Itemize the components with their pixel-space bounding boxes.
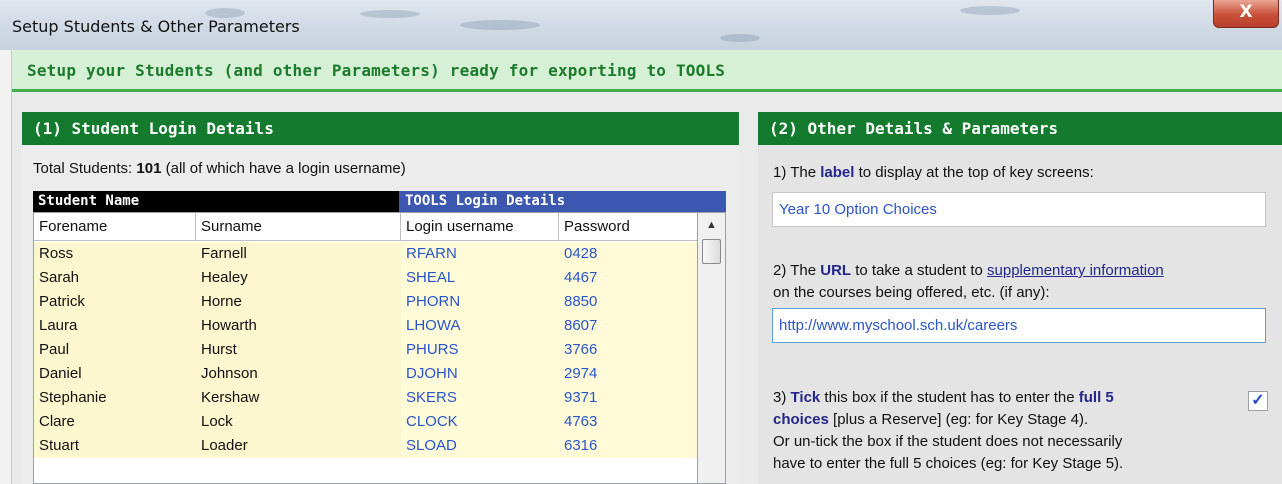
choices-question-line4: have to enter the full 5 choices (eg: fo… [773,455,1124,472]
cell-surname[interactable]: Horne [196,290,401,314]
cell-forename[interactable]: Daniel [34,362,196,386]
total-students-suffix: (all of which have a login username) [161,160,406,177]
other-parameters-panel: (2) Other Details & Parameters 1) The la… [758,112,1282,484]
column-header-surname[interactable]: Surname [196,213,401,241]
cell-surname[interactable]: Johnson [196,362,401,386]
column-header-login-username[interactable]: Login username [401,213,559,241]
cell-login-username[interactable]: PHURS [401,338,559,362]
cell-login-username[interactable]: RFARN [401,242,559,266]
choices-question-line3: Or un-tick the box if the student does n… [773,433,1123,450]
cell-login-username[interactable]: DJOHN [401,362,559,386]
cell-forename[interactable]: Sarah [34,266,196,290]
cell-password[interactable]: 8607 [559,314,697,338]
supplementary-information-link[interactable]: supplementary information [987,262,1164,279]
cell-forename[interactable]: Paul [34,338,196,362]
checkmark-icon: ✓ [1251,392,1265,409]
table-row[interactable]: Sarah Healey SHEAL 4467 [34,266,697,290]
cell-password[interactable]: 8850 [559,290,697,314]
header-text: Setup your Students (and other Parameter… [27,61,726,80]
group-header-student-name: Student Name [33,191,399,212]
url-question-line2: on the courses being offered, etc. (if a… [773,284,1050,301]
total-students-line: Total Students: 101 (all of which have a… [33,160,406,177]
other-parameters-panel-title: (2) Other Details & Parameters [758,112,1282,145]
total-students-count: 101 [136,160,162,177]
cell-password[interactable]: 4763 [559,410,697,434]
cell-login-username[interactable]: SHEAL [401,266,559,290]
choices-question-prefix: 3) [773,389,791,406]
vertical-scrollbar[interactable]: ▲ [698,212,726,484]
cell-login-username[interactable]: LHOWA [401,314,559,338]
cell-surname[interactable]: Hurst [196,338,401,362]
table-row[interactable]: Patrick Horne PHORN 8850 [34,290,697,314]
choices-question-choices: choices [773,411,829,428]
label-question-keyword: label [820,164,855,181]
url-question-prefix: 2) The [773,262,821,279]
label-question: 1) The label to display at the top of ke… [773,162,1094,184]
cell-surname[interactable]: Kershaw [196,386,401,410]
title-bar: Setup Students & Other Parameters X [0,0,1282,50]
background-smudge [460,20,540,30]
screen-label-field[interactable]: Year 10 Option Choices [772,192,1266,227]
window-title: Setup Students & Other Parameters [12,17,300,36]
url-question: 2) The URL to take a student to suppleme… [773,260,1164,304]
cell-password[interactable]: 2974 [559,362,697,386]
table-row[interactable]: Ross Farnell RFARN 0428 [34,242,697,266]
background-smudge [960,6,1020,15]
students-table: Student Name TOOLS Login Details Forenam… [33,191,726,484]
table-row[interactable]: Daniel Johnson DJOHN 2974 [34,362,697,386]
choices-question-line2: [plus a Reserve] (eg: for Key Stage 4). [828,411,1089,428]
label-question-suffix: to display at the top of key screens: [854,164,1094,181]
choices-question-full5: full 5 [1078,389,1114,406]
cell-password[interactable]: 3766 [559,338,697,362]
cell-surname[interactable]: Loader [196,434,401,458]
cell-password[interactable]: 9371 [559,386,697,410]
close-button[interactable]: X [1213,0,1279,28]
students-grid[interactable]: Forename Surname Login username Password… [33,212,698,484]
url-question-mid: to take a student to [851,262,988,279]
student-login-panel-title: (1) Student Login Details [22,112,739,145]
cell-login-username[interactable]: PHORN [401,290,559,314]
cell-forename[interactable]: Laura [34,314,196,338]
cell-forename[interactable]: Patrick [34,290,196,314]
cell-login-username[interactable]: CLOCK [401,410,559,434]
background-smudge [360,10,420,18]
student-login-panel: (1) Student Login Details Total Students… [22,112,739,484]
cell-login-username[interactable]: SLOAD [401,434,559,458]
full-choices-question: 3) Tick this box if the student has to e… [773,387,1123,475]
label-question-prefix: 1) The [773,164,821,181]
cell-password[interactable]: 6316 [559,434,697,458]
url-question-keyword: URL [820,262,852,279]
table-row[interactable]: Clare Lock CLOCK 4763 [34,410,697,434]
cell-login-username[interactable]: SKERS [401,386,559,410]
choices-question-tick: Tick [790,389,821,406]
column-header-forename[interactable]: Forename [34,213,196,241]
supplementary-url-field[interactable]: http://www.myschool.sch.uk/careers [772,308,1266,343]
table-row[interactable]: Stephanie Kershaw SKERS 9371 [34,386,697,410]
full-choices-checkbox[interactable]: ✓ [1248,391,1268,411]
cell-forename[interactable]: Clare [34,410,196,434]
cell-forename[interactable]: Ross [34,242,196,266]
cell-surname[interactable]: Lock [196,410,401,434]
cell-password[interactable]: 4467 [559,266,697,290]
group-header-tools-login: TOOLS Login Details [399,191,726,212]
table-row[interactable]: Stuart Loader SLOAD 6316 [34,434,697,458]
header-band: Setup your Students (and other Parameter… [12,50,1282,92]
cell-surname[interactable]: Howarth [196,314,401,338]
table-row[interactable]: Laura Howarth LHOWA 8607 [34,314,697,338]
cell-forename[interactable]: Stephanie [34,386,196,410]
choices-question-mid: this box if the student has to enter the [820,389,1079,406]
cell-surname[interactable]: Farnell [196,242,401,266]
scrollbar-thumb[interactable] [702,239,721,264]
cell-surname[interactable]: Healey [196,266,401,290]
column-header-password[interactable]: Password [559,213,697,241]
cell-password[interactable]: 0428 [559,242,697,266]
total-students-prefix: Total Students: [33,160,137,177]
background-smudge [720,34,760,42]
table-row[interactable]: Paul Hurst PHURS 3766 [34,338,697,362]
scroll-up-icon[interactable]: ▲ [698,213,725,237]
window-left-edge [0,50,12,484]
cell-forename[interactable]: Stuart [34,434,196,458]
close-icon: X [1239,2,1253,22]
